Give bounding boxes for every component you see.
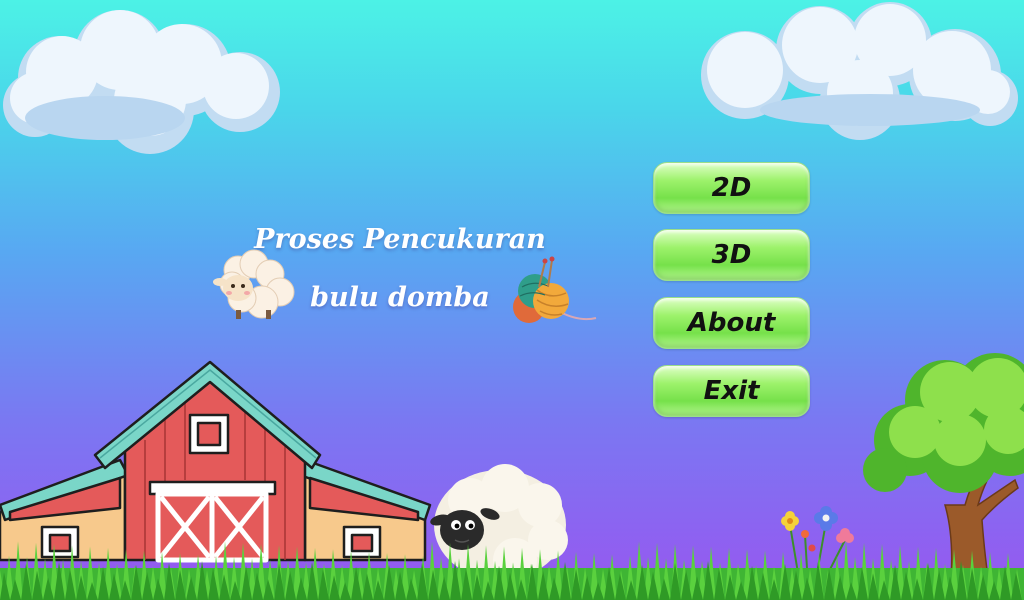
game-menu-screen: Proses Pencukuran bulu domba 2D 3D About… (0, 0, 1024, 600)
farm-scene (0, 353, 1024, 600)
tree-icon (863, 353, 1024, 591)
barn-icon (0, 360, 432, 563)
